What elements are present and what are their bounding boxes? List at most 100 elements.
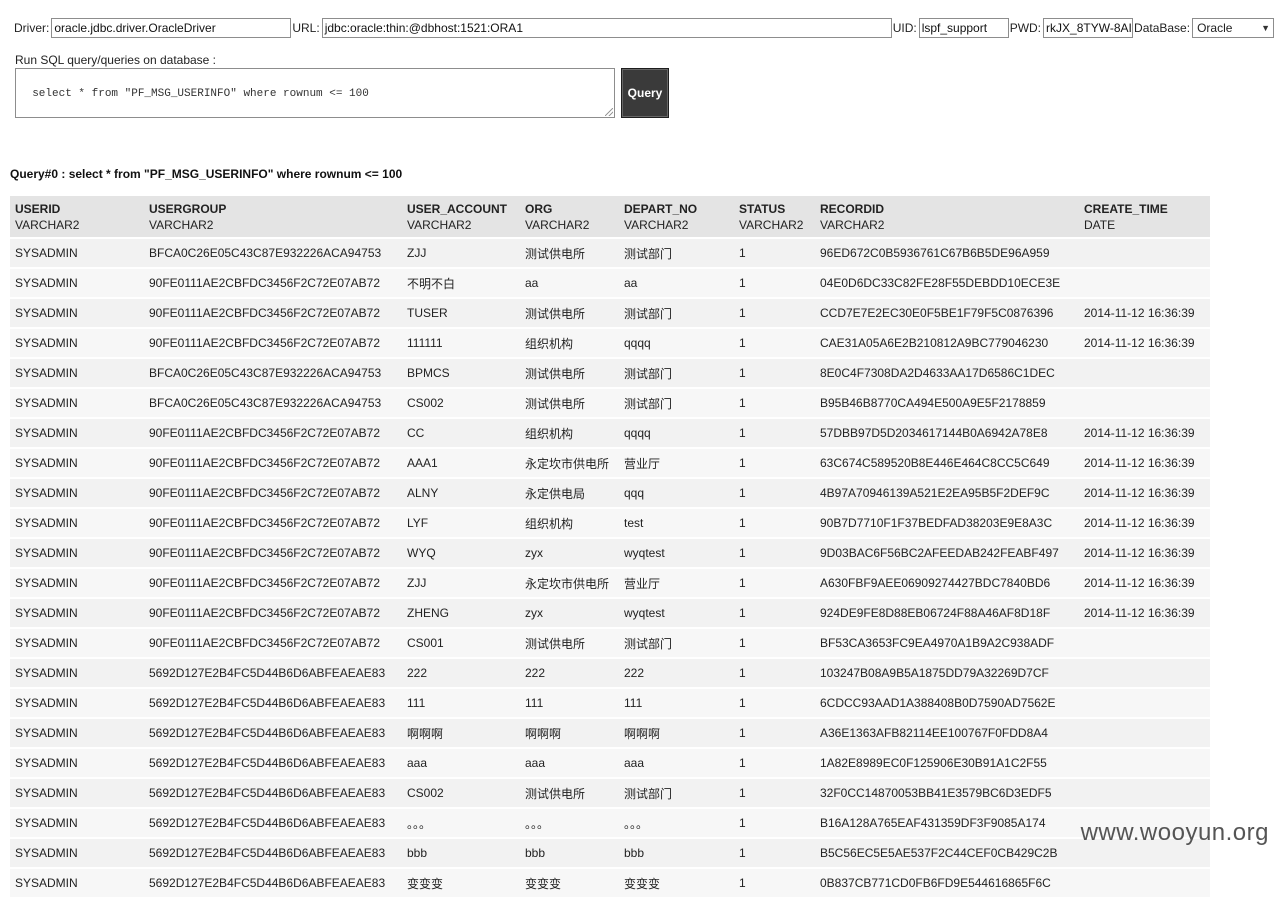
table-cell xyxy=(1079,267,1210,298)
column-type: VARCHAR2 xyxy=(624,218,689,232)
column-header: STATUS VARCHAR2 xyxy=(734,196,815,238)
column-type: VARCHAR2 xyxy=(407,218,472,232)
column-name: CREATE_TIME xyxy=(1084,202,1168,216)
table-cell: 6CDCC93AAD1A388408B0D7590AD7562E xyxy=(815,687,1079,718)
table-cell xyxy=(1079,867,1210,897)
table-cell: 测试部门 xyxy=(619,627,734,658)
table-row: SYSADMIN 5692D127E2B4FC5D44B6D6ABFEAEAE83… xyxy=(10,747,1210,778)
table-cell: bbb xyxy=(402,837,520,868)
table-cell: bbb xyxy=(619,837,734,868)
table-cell: 90FE0111AE2CBFDC3456F2C72E07AB72 xyxy=(144,417,402,448)
table-cell: SYSADMIN xyxy=(10,717,144,748)
table-cell: ZJJ xyxy=(402,567,520,598)
table-cell: 1 xyxy=(734,687,815,718)
column-header: ORG VARCHAR2 xyxy=(520,196,619,238)
column-header: USERID VARCHAR2 xyxy=(10,196,144,238)
table-cell: 1 xyxy=(734,447,815,478)
table-cell: 96ED672C0B5936761C67B6B5DE96A959 xyxy=(815,237,1079,268)
table-cell: 5692D127E2B4FC5D44B6D6ABFEAEAE83 xyxy=(144,807,402,838)
table-cell: aa xyxy=(619,267,734,298)
table-cell: 222 xyxy=(619,657,734,688)
table-cell: 测试部门 xyxy=(619,387,734,418)
uid-input[interactable]: lspf_support xyxy=(918,18,1009,38)
table-row: SYSADMIN 90FE0111AE2CBFDC3456F2C72E07AB72… xyxy=(10,447,1210,478)
table-cell: 5692D127E2B4FC5D44B6D6ABFEAEAE83 xyxy=(144,657,402,688)
sql-query-text: select * from "PF_MSG_USERINFO" where ro… xyxy=(32,88,369,100)
table-cell: 1 xyxy=(734,357,815,388)
table-cell: 1 xyxy=(734,507,815,538)
column-name: STATUS xyxy=(739,202,786,216)
table-cell: SYSADMIN xyxy=(10,267,144,298)
column-header: CREATE_TIME DATE xyxy=(1079,196,1210,238)
table-cell: 5692D127E2B4FC5D44B6D6ABFEAEAE83 xyxy=(144,717,402,748)
table-cell: 1 xyxy=(734,417,815,448)
table-cell: 1 xyxy=(734,537,815,568)
watermark: www.wooyun.org xyxy=(1080,819,1269,846)
table-cell: 1A82E8989EC0F125906E30B91A1C2F55 xyxy=(815,747,1079,778)
table-cell: SYSADMIN xyxy=(10,447,144,478)
table-cell: SYSADMIN xyxy=(10,627,144,658)
table-cell: aaa xyxy=(619,747,734,778)
url-input[interactable]: jdbc:oracle:thin:@dbhost:1521:ORA1 xyxy=(321,18,892,38)
table-cell xyxy=(1079,657,1210,688)
table-cell: 啊啊啊 xyxy=(520,717,619,748)
pwd-label: PWD: xyxy=(1009,21,1042,35)
table-cell: 。。。 xyxy=(402,807,520,838)
table-cell: ZHENG xyxy=(402,597,520,628)
sql-query-textarea[interactable]: select * from "PF_MSG_USERINFO" where ro… xyxy=(15,68,615,118)
table-cell: 5692D127E2B4FC5D44B6D6ABFEAEAE83 xyxy=(144,777,402,808)
pwd-input[interactable]: rkJX_8TYW-8AI xyxy=(1043,18,1134,38)
table-cell: 1 xyxy=(734,237,815,268)
table-cell: 1 xyxy=(734,327,815,358)
table-cell: CAE31A05A6E2B210812A9BC779046230 xyxy=(815,327,1079,358)
column-name: USERID xyxy=(15,202,61,216)
table-cell: 90FE0111AE2CBFDC3456F2C72E07AB72 xyxy=(144,297,402,328)
table-cell: 90FE0111AE2CBFDC3456F2C72E07AB72 xyxy=(144,567,402,598)
table-cell: 2014-11-12 16:36:39 xyxy=(1079,567,1210,598)
table-cell: 1 xyxy=(734,597,815,628)
table-cell xyxy=(1079,717,1210,748)
table-cell: SYSADMIN xyxy=(10,867,144,897)
table-cell: SYSADMIN xyxy=(10,507,144,538)
query-button[interactable]: Query xyxy=(621,68,669,118)
column-header: USER_ACCOUNT VARCHAR2 xyxy=(402,196,520,238)
table-cell: SYSADMIN xyxy=(10,387,144,418)
table-cell xyxy=(1079,777,1210,808)
driver-input[interactable]: oracle.jdbc.driver.OracleDriver xyxy=(51,18,292,38)
driver-label: Driver: xyxy=(14,21,50,35)
table-cell: 测试供电所 xyxy=(520,387,619,418)
table-cell: B16A128A765EAF431359DF3F9085A174 xyxy=(815,807,1079,838)
database-select[interactable]: Oracle ▼ xyxy=(1192,18,1275,38)
table-row: SYSADMIN 90FE0111AE2CBFDC3456F2C72E07AB72… xyxy=(10,507,1210,538)
table-cell: 1 xyxy=(734,867,815,897)
table-cell: 组织机构 xyxy=(520,507,619,538)
table-cell: 90B7D7710F1F37BEDFAD38203E9E8A3C xyxy=(815,507,1079,538)
table-cell: 90FE0111AE2CBFDC3456F2C72E07AB72 xyxy=(144,327,402,358)
table-cell: 90FE0111AE2CBFDC3456F2C72E07AB72 xyxy=(144,267,402,298)
table-cell: 90FE0111AE2CBFDC3456F2C72E07AB72 xyxy=(144,507,402,538)
table-cell: B95B46B8770CA494E500A9E5F2178859 xyxy=(815,387,1079,418)
resize-grip-icon[interactable] xyxy=(605,108,613,116)
table-cell: B5C56EC5E5AE537F2C44CEF0CB429C2B xyxy=(815,837,1079,868)
table-cell: SYSADMIN xyxy=(10,537,144,568)
table-cell: 2014-11-12 16:36:39 xyxy=(1079,447,1210,478)
table-cell: 90FE0111AE2CBFDC3456F2C72E07AB72 xyxy=(144,627,402,658)
table-cell: 啊啊啊 xyxy=(402,717,520,748)
table-row: SYSADMIN 5692D127E2B4FC5D44B6D6ABFEAEAE83… xyxy=(10,717,1210,748)
table-cell: aa xyxy=(520,267,619,298)
table-cell: SYSADMIN xyxy=(10,237,144,268)
table-cell xyxy=(1079,687,1210,718)
table-row: SYSADMIN 90FE0111AE2CBFDC3456F2C72E07AB72… xyxy=(10,567,1210,598)
column-type: VARCHAR2 xyxy=(15,218,80,232)
table-cell: 0B837CB771CD0FB6FD9E544616865F6C xyxy=(815,867,1079,897)
table-row: SYSADMIN 5692D127E2B4FC5D44B6D6ABFEAEAE83… xyxy=(10,657,1210,688)
column-type: VARCHAR2 xyxy=(739,218,804,232)
table-cell: 测试部门 xyxy=(619,357,734,388)
table-cell: wyqtest xyxy=(619,597,734,628)
table-cell: 变变变 xyxy=(520,867,619,897)
table-cell: aaa xyxy=(520,747,619,778)
table-cell: 营业厅 xyxy=(619,447,734,478)
table-cell: 4B97A70946139A521E2EA95B5F2DEF9C xyxy=(815,477,1079,508)
table-cell: 63C674C589520B8E446E464C8CC5C649 xyxy=(815,447,1079,478)
table-cell: 1 xyxy=(734,717,815,748)
